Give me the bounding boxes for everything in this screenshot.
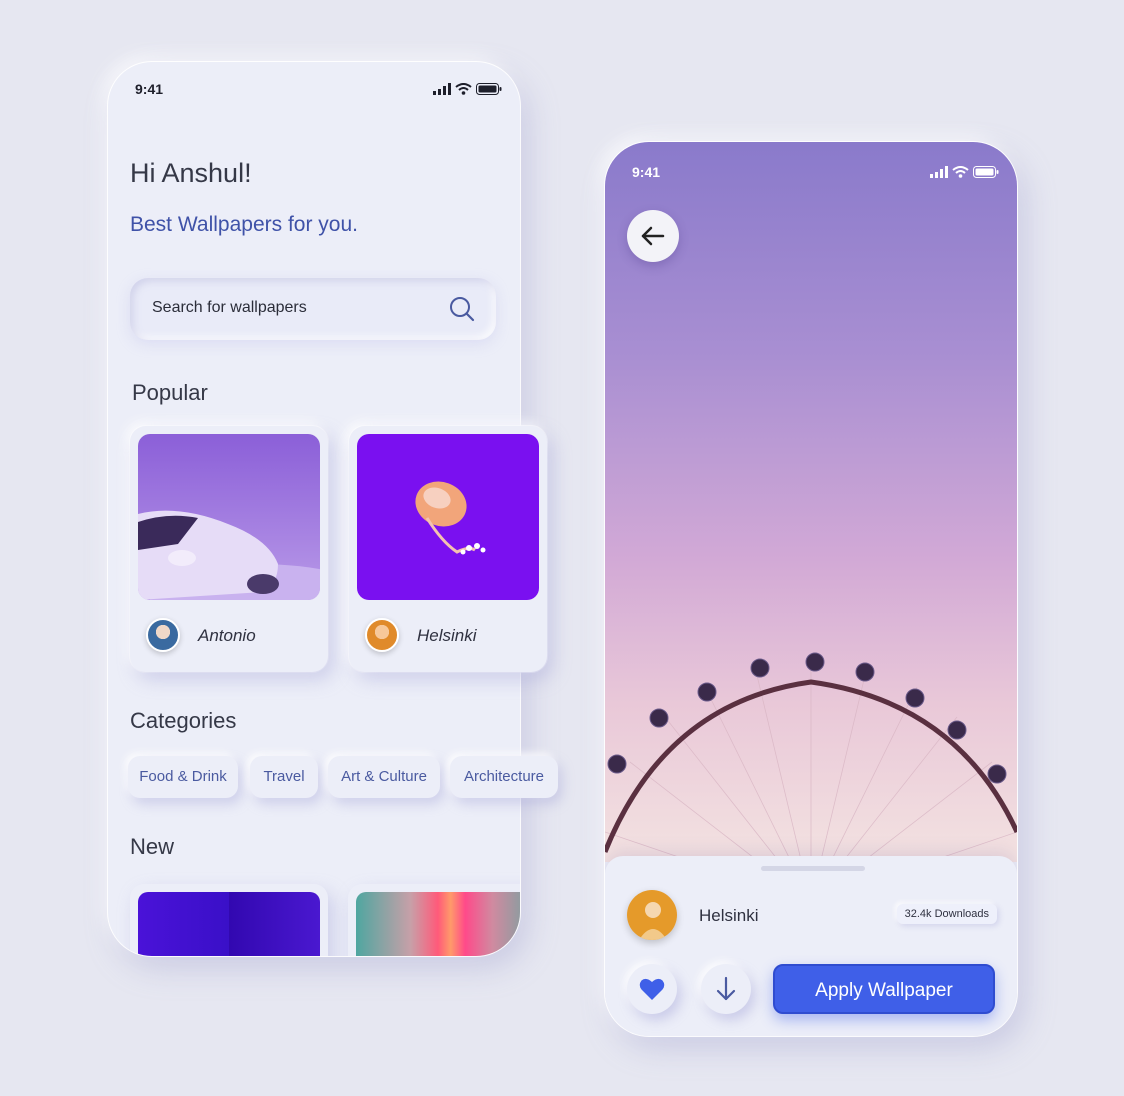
arrow-down-icon — [716, 976, 736, 1001]
downloads-badge: 32.4k Downloads — [896, 904, 997, 924]
signal-icon — [433, 83, 451, 95]
status-time: 9:41 — [135, 81, 164, 97]
avatar-antonio — [146, 618, 180, 652]
home-screen: 9:41 Hi Anshul! Best Wallpapers for you.… — [108, 62, 558, 956]
author-antonio: Antonio — [198, 626, 256, 645]
download-button[interactable] — [701, 964, 751, 1014]
wifi-icon — [952, 166, 969, 178]
popular-image-jellyfish — [357, 434, 539, 600]
search-bar[interactable]: Search for wallpapers — [130, 278, 496, 340]
status-icons — [433, 83, 502, 95]
greeting: Hi Anshul! — [130, 158, 252, 188]
search-icon[interactable] — [448, 295, 476, 323]
new-wallpaper-image-1 — [138, 892, 320, 956]
status-bar: 9:41 — [605, 164, 1017, 184]
categories-title: Categories — [130, 708, 237, 733]
category-chip-art-culture[interactable]: Art & Culture — [328, 756, 440, 798]
author-helsinki: Helsinki — [417, 626, 477, 645]
back-button[interactable] — [627, 210, 679, 262]
popular-image-car — [138, 434, 320, 600]
new-wallpaper-card-1[interactable] — [130, 884, 328, 956]
heart-icon — [639, 978, 665, 1000]
battery-icon — [973, 166, 999, 178]
category-chip-food-drink[interactable]: Food & Drink — [128, 756, 238, 798]
apply-wallpaper-button[interactable]: Apply Wallpaper — [773, 964, 995, 1014]
battery-icon — [476, 83, 502, 95]
new-title: New — [130, 834, 175, 859]
popular-card-helsinki[interactable]: Helsinki — [349, 426, 547, 672]
sheet-handle[interactable] — [761, 866, 865, 871]
popular-title: Popular — [132, 380, 208, 405]
arrow-left-icon — [641, 226, 665, 246]
author-avatar — [627, 890, 677, 940]
author-name: Helsinki — [699, 906, 759, 925]
search-input[interactable]: Search for wallpapers — [152, 299, 307, 317]
status-bar: 9:41 — [108, 81, 520, 101]
category-chip-architecture[interactable]: Architecture — [450, 756, 558, 798]
details-sheet: Helsinki 32.4k Downloads Apply Wallpaper — [605, 856, 1017, 1036]
detail-screen: 9:41 Helsinki 32.4k Downloads Apply Wall… — [605, 142, 1017, 1036]
like-button[interactable] — [627, 964, 677, 1014]
new-wallpaper-card-2[interactable] — [348, 884, 520, 956]
popular-card-antonio[interactable]: Antonio — [130, 426, 328, 672]
wifi-icon — [455, 83, 472, 95]
stage: 9:41 Hi Anshul! Best Wallpapers for you.… — [0, 0, 1124, 1096]
status-icons — [930, 166, 999, 178]
new-wallpaper-image-2 — [356, 892, 520, 956]
category-chip-travel[interactable]: Travel — [250, 756, 318, 798]
avatar-helsinki — [365, 618, 399, 652]
status-time: 9:41 — [632, 164, 661, 180]
signal-icon — [930, 166, 948, 178]
tagline: Best Wallpapers for you. — [130, 213, 358, 236]
